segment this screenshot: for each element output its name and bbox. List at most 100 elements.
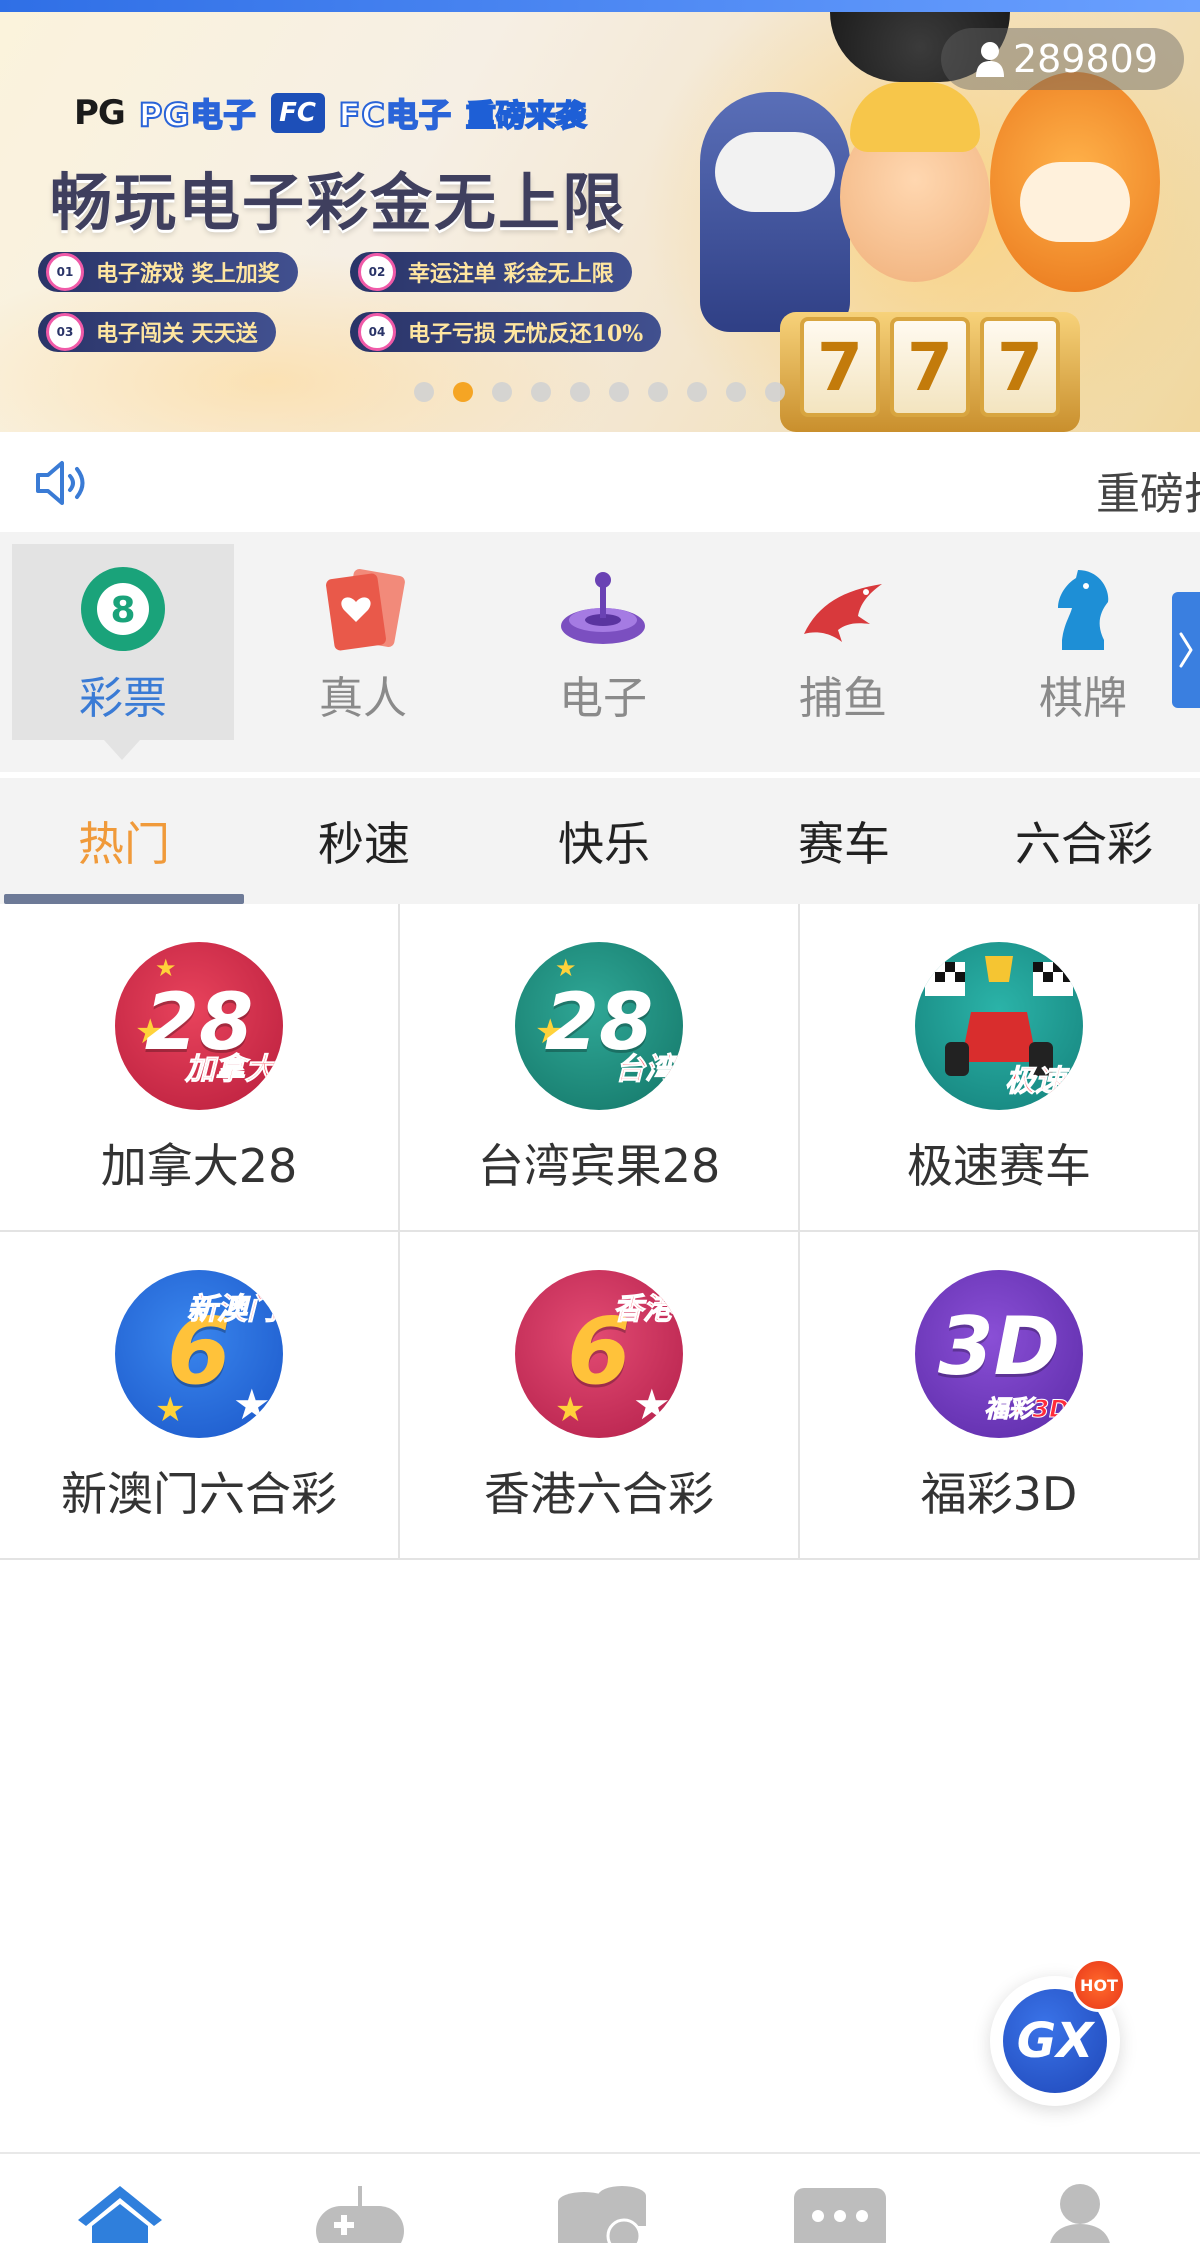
- slot-reel: 7: [800, 317, 880, 417]
- gamepad-icon: [316, 2186, 404, 2243]
- pagination-dot-active[interactable]: [453, 382, 473, 402]
- pagination-dot[interactable]: [687, 382, 707, 402]
- pagination-dot[interactable]: [726, 382, 746, 402]
- promo-number: 03: [46, 313, 84, 351]
- category-label: 真人: [319, 673, 407, 724]
- nav-profile[interactable]: [1020, 2182, 1140, 2243]
- category-electronic[interactable]: 电子: [492, 544, 714, 740]
- canada28-logo: ★ ★ 28 加拿大: [115, 942, 283, 1110]
- nav-messages[interactable]: [780, 2182, 900, 2243]
- category-label: 电子: [559, 673, 647, 724]
- banner-brand-row: PG PG电子 FC FC电子 重磅来袭: [74, 90, 587, 136]
- hongkong-six-logo: 6 香港 ★ ★: [515, 1270, 683, 1438]
- wizard-character: [700, 92, 850, 332]
- game-card-canada28[interactable]: ★ ★ 28 加拿大 加拿大28: [0, 904, 400, 1232]
- tiger-face: [1020, 162, 1130, 242]
- star-icon: ★: [233, 1380, 271, 1429]
- promo-text: 电子亏损 无忧反还10%: [408, 321, 644, 347]
- chevron-right-icon: [1179, 632, 1193, 668]
- pagination-dot[interactable]: [531, 382, 551, 402]
- chess-knight-icon: [1038, 564, 1128, 654]
- nav-home[interactable]: [60, 2182, 180, 2243]
- slot-reel: 7: [980, 317, 1060, 417]
- user-id-pill[interactable]: 289809: [940, 28, 1184, 90]
- category-active-pointer: [104, 740, 140, 760]
- promo-banner[interactable]: PG PG电子 FC FC电子 重磅来袭 畅玩电子彩金无上限 01 电子游戏 奖…: [0, 12, 1200, 432]
- taiwan28-logo: ★ ★ 28 台湾: [515, 942, 683, 1110]
- game-card-taiwan-bingo28[interactable]: ★ ★ 28 台湾 台湾宾果28: [400, 904, 800, 1232]
- banner-promo-2: 02 幸运注单 彩金无上限: [350, 252, 632, 292]
- pagination-dot[interactable]: [765, 382, 785, 402]
- profile-icon: [1050, 2184, 1110, 2243]
- speaker-icon: [36, 461, 85, 505]
- notice-marquee-text: 重磅打: [1096, 469, 1200, 520]
- slot-machine-icon: [558, 564, 648, 654]
- logo-tag: 福彩3D: [984, 1395, 1070, 1424]
- category-chess[interactable]: 棋牌: [972, 544, 1194, 740]
- banner-tagline: 重磅来袭: [465, 98, 587, 135]
- wizard-beard: [715, 132, 835, 212]
- category-lottery[interactable]: 8 彩票: [12, 544, 234, 740]
- pagination-dot[interactable]: [570, 382, 590, 402]
- game-name: 福彩3D: [920, 1467, 1078, 1521]
- category-fishing[interactable]: 捕鱼: [732, 544, 954, 740]
- star-icon: ★: [155, 1390, 186, 1430]
- tab-active-indicator: [4, 894, 244, 904]
- coins-icon: [558, 2186, 646, 2243]
- floating-service-button[interactable]: GX HOT: [990, 1958, 1126, 2106]
- banner-promo-3: 03 电子闯关 天天送: [38, 312, 276, 352]
- logo-badge: 3D: [937, 1300, 1061, 1393]
- category-label: 彩票: [79, 673, 167, 724]
- promo-text: 电子游戏 奖上加奖: [96, 261, 280, 287]
- pg-logo: PG: [74, 93, 126, 133]
- game-name: 台湾宾果28: [477, 1139, 721, 1193]
- tab-racing[interactable]: 赛车: [724, 778, 964, 904]
- promo-text: 幸运注单 彩金无上限: [408, 261, 614, 287]
- user-icon: [975, 42, 1004, 77]
- promo-number: 02: [358, 253, 396, 291]
- game-card-hongkong-mark-six[interactable]: 6 香港 ★ ★ 香港六合彩: [400, 1232, 800, 1560]
- tab-mark-six[interactable]: 六合彩: [964, 778, 1200, 904]
- banner-promo-4: 04 电子亏损 无忧反还10%: [350, 312, 662, 352]
- notice-bar[interactable]: 重磅打: [0, 432, 1200, 532]
- cards-icon: [318, 564, 408, 654]
- tab-happy[interactable]: 快乐: [484, 778, 724, 904]
- game-card-speed-racing[interactable]: 极速 极速赛车: [800, 904, 1200, 1232]
- bottom-nav: [0, 2152, 1200, 2243]
- category-live[interactable]: 真人: [252, 544, 474, 740]
- game-name: 极速赛车: [907, 1139, 1091, 1193]
- category-next-button[interactable]: [1172, 592, 1200, 708]
- nav-games[interactable]: [300, 2182, 420, 2243]
- lottery-tabs: 热门 秒速 快乐 赛车 六合彩: [0, 778, 1200, 904]
- slot-reel: 7: [890, 317, 970, 417]
- logo-tag: 香港: [613, 1292, 674, 1328]
- home-icon: [78, 2186, 162, 2243]
- tab-hot[interactable]: 热门: [4, 778, 244, 904]
- fc-logo: FC: [270, 93, 325, 133]
- nav-wallet[interactable]: [540, 2182, 660, 2243]
- game-name: 新澳门六合彩: [61, 1467, 337, 1521]
- hot-badge: HOT: [1072, 1958, 1126, 2012]
- pagination-dot[interactable]: [609, 382, 629, 402]
- svg-text:8: 8: [110, 590, 135, 631]
- pagination-dot[interactable]: [492, 382, 512, 402]
- promo-number: 04: [358, 313, 396, 351]
- fc-brand-label: FC电子: [338, 95, 452, 135]
- user-id: 289809: [1012, 37, 1158, 81]
- game-card-macau-mark-six[interactable]: 6 新澳门 ★ ★ 新澳门六合彩: [0, 1232, 400, 1560]
- lottery-ball-icon: 8: [78, 564, 168, 654]
- chat-icon: [794, 2188, 886, 2243]
- speed-racing-logo: 极速: [915, 942, 1083, 1110]
- game-card-welfare-3d[interactable]: 3D 福彩3D 福彩3D: [800, 1232, 1200, 1560]
- promo-number: 01: [46, 253, 84, 291]
- pg-brand-label: PG电子: [138, 95, 257, 135]
- macau-six-logo: 6 新澳门 ★ ★: [115, 1270, 283, 1438]
- banner-pagination: [414, 382, 785, 402]
- game-name: 加拿大28: [100, 1139, 298, 1193]
- logo-tag: 极速: [1005, 1064, 1066, 1100]
- pagination-dot[interactable]: [414, 382, 434, 402]
- tab-fast[interactable]: 秒速: [244, 778, 484, 904]
- logo-tag: 加拿大: [185, 1052, 276, 1088]
- category-nav: 8 彩票 真人 电子 捕鱼 棋牌: [0, 532, 1200, 772]
- pagination-dot[interactable]: [648, 382, 668, 402]
